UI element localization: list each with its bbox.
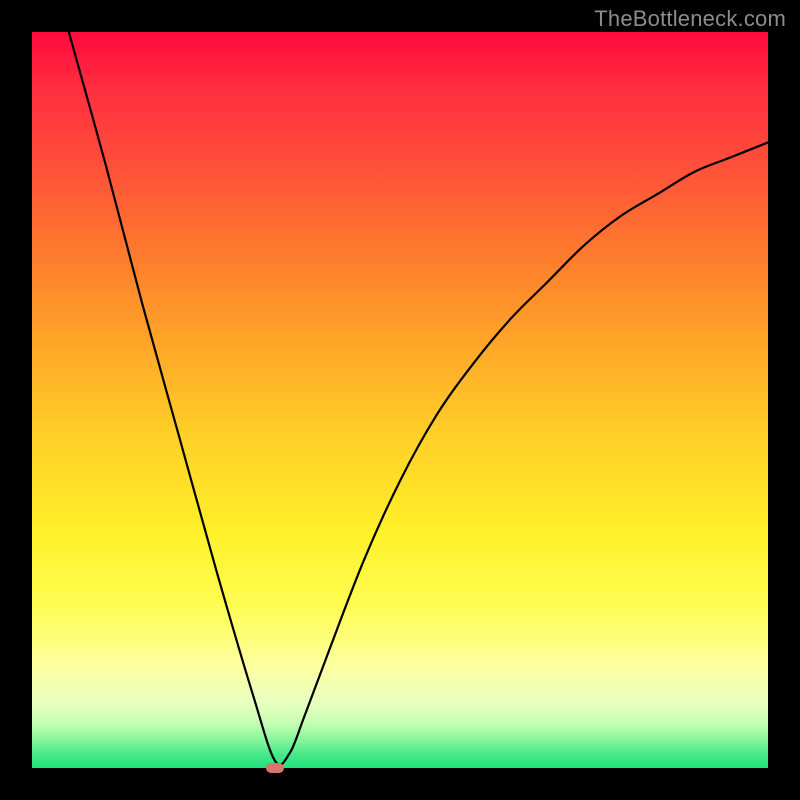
plot-area <box>32 32 768 768</box>
chart-frame: TheBottleneck.com <box>0 0 800 800</box>
bottleneck-curve <box>32 32 768 768</box>
watermark-text: TheBottleneck.com <box>594 6 786 32</box>
minimum-marker <box>266 763 284 773</box>
